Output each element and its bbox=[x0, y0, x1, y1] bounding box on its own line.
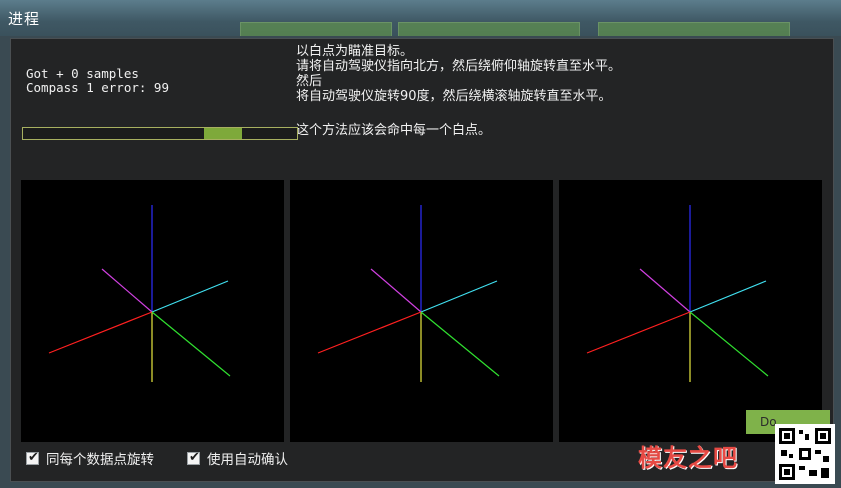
autoaccept-label: 使用自动确认 bbox=[207, 452, 288, 468]
axis-cyan bbox=[689, 280, 767, 313]
axis-cyan bbox=[151, 280, 229, 313]
axis-magenta bbox=[101, 268, 153, 313]
axis-gizmo bbox=[48, 205, 231, 382]
axis-magenta bbox=[370, 268, 422, 313]
calibration-instructions: 以白点为瞄准目标。 请将自动驾驶仪指向北方，然后绕俯仰轴旋转直至水平。 然后 将… bbox=[296, 44, 621, 138]
rotate-option[interactable]: ✔ 同每个数据点旋转 bbox=[26, 449, 154, 468]
calibration-panel: Got + 0 samples Compass 1 error: 99 以白点为… bbox=[10, 38, 834, 482]
instruction-line: 请将自动驾驶仪指向北方，然后绕俯仰轴旋转直至水平。 bbox=[296, 59, 622, 74]
compass-error-text: Compass 1 error: 99 bbox=[26, 80, 169, 95]
instruction-line: 以白点为瞄准目标。 bbox=[296, 44, 414, 59]
window-title: 进程 bbox=[8, 10, 41, 28]
autoaccept-option[interactable]: ✔ 使用自动确认 bbox=[187, 449, 288, 468]
instruction-line: 然后 bbox=[296, 74, 323, 89]
progress-fill bbox=[203, 128, 243, 139]
instruction-line: 这个方法应该会命中每一个白点。 bbox=[296, 123, 492, 138]
axis-gizmo bbox=[586, 205, 769, 382]
axis-cyan bbox=[420, 280, 498, 313]
sample-status: Got + 0 samples Compass 1 error: 99 bbox=[26, 67, 169, 95]
instruction-line: 将自动驾驶仪旋转90度，然后绕横滚轴旋转直至水平。 bbox=[296, 89, 612, 104]
compass-view-3[interactable] bbox=[559, 180, 822, 442]
axis-green bbox=[151, 311, 231, 377]
check-icon: ✔ bbox=[28, 449, 39, 465]
compass-view-2[interactable] bbox=[290, 180, 553, 442]
calibration-progress-bar bbox=[22, 127, 298, 140]
axis-green bbox=[689, 311, 769, 377]
axis-gizmo bbox=[317, 205, 500, 382]
compass-view-1[interactable] bbox=[21, 180, 284, 442]
axis-green bbox=[420, 311, 500, 377]
samples-count-text: Got + 0 samples bbox=[26, 66, 139, 81]
title-bar[interactable]: 进程 bbox=[0, 0, 841, 38]
qr-code-image bbox=[775, 424, 835, 484]
autoaccept-checkbox[interactable]: ✔ bbox=[187, 449, 200, 465]
watermark-text: 模友之吧 bbox=[638, 444, 738, 472]
axis-red bbox=[317, 311, 422, 354]
check-icon: ✔ bbox=[189, 449, 200, 465]
axis-red bbox=[586, 311, 691, 354]
axis-magenta bbox=[639, 268, 691, 313]
rotate-label: 同每个数据点旋转 bbox=[46, 452, 154, 468]
axis-red bbox=[48, 311, 153, 354]
rotate-checkbox[interactable]: ✔ bbox=[26, 449, 39, 465]
